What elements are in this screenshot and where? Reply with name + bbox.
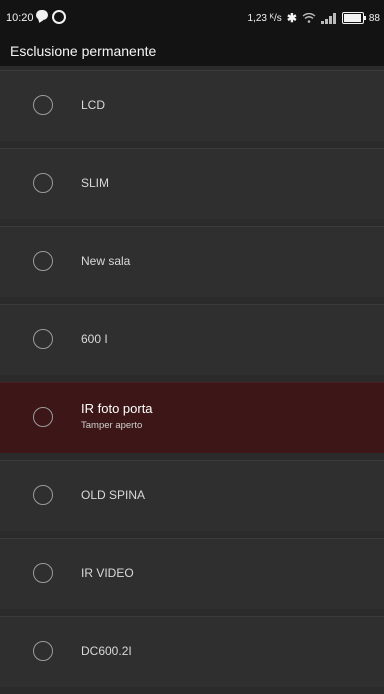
item-label: IR VIDEO [81,566,134,580]
item-label: OLD SPINA [81,488,146,502]
network-speed: 1,23 ᴷ/s [247,12,282,24]
notification-icons [36,10,66,24]
item-label: IR foto porta [81,401,153,416]
battery-icon [341,12,366,24]
list-item[interactable]: IR VIDEO [0,538,384,609]
list-item[interactable]: SLIM [0,148,384,219]
item-label: DC600.2I [81,644,132,658]
radio-button[interactable] [33,563,53,583]
radio-button[interactable] [33,485,53,505]
item-label: 600 I [81,332,108,346]
radio-button[interactable] [33,329,53,349]
radio-button[interactable] [33,95,53,115]
radio-button[interactable] [33,407,53,427]
item-status: Tamper aperto [81,420,143,431]
radio-button[interactable] [33,251,53,271]
item-label: SLIM [81,176,110,190]
page-title: Esclusione permanente [10,43,157,59]
zone-list: LCD SLIM New sala 600 I IR foto porta Ta… [0,70,384,694]
signal-icon [320,12,337,24]
radio-button[interactable] [33,173,53,193]
chat-icon [36,10,48,20]
wifi-icon [302,13,316,23]
app-header: Esclusione permanente [0,34,384,66]
item-label: LCD [81,98,106,112]
bluetooth-icon: ✱ [286,11,297,25]
list-item[interactable]: 600 I [0,304,384,375]
radio-button[interactable] [33,641,53,661]
item-label: New sala [81,254,131,268]
notification-circle-icon [52,10,66,24]
battery-level: 88 [368,12,380,24]
list-item-alert[interactable]: IR foto porta Tamper aperto [0,382,384,453]
list-item[interactable]: LCD [0,70,384,141]
list-item-partial [0,683,384,687]
status-time: 10:20 [6,12,34,24]
status-bar: 10:20 1,23 ᴷ/s ✱ 88 [0,0,384,34]
list-item[interactable]: OLD SPINA [0,460,384,531]
list-item[interactable]: DC600.2I [0,616,384,687]
list-item[interactable]: New sala [0,226,384,297]
status-right: 1,23 ᴷ/s ✱ 88 [248,11,380,25]
